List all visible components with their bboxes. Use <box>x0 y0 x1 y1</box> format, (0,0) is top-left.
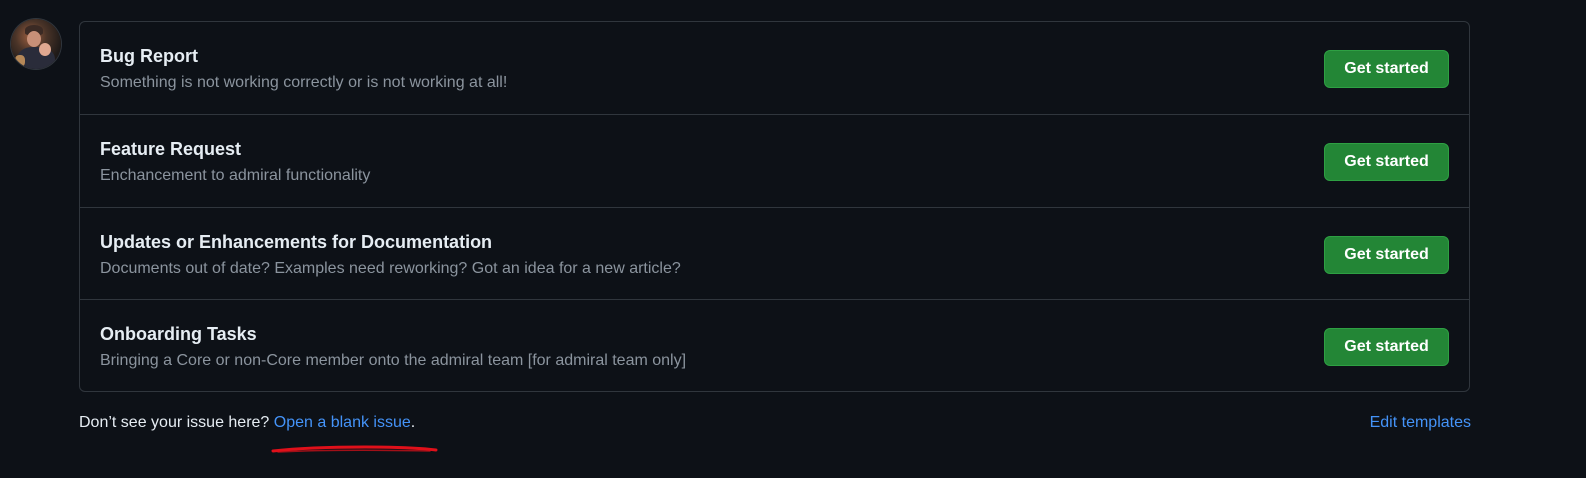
template-row-feature-request: Feature Request Enchancement to admiral … <box>80 114 1469 206</box>
template-description: Documents out of date? Examples need rew… <box>100 260 681 277</box>
template-title: Updates or Enhancements for Documentatio… <box>100 232 493 252</box>
avatar[interactable] <box>11 19 61 69</box>
template-row-onboarding: Onboarding Tasks Bringing a Core or non-… <box>80 299 1469 391</box>
get-started-button[interactable]: Get started <box>1324 236 1449 274</box>
avatar-face-shape <box>27 31 41 47</box>
template-row-documentation: Updates or Enhancements for Documentatio… <box>80 207 1469 299</box>
template-row-bug-report: Bug Report Something is not working corr… <box>80 22 1469 114</box>
template-title: Onboarding Tasks <box>100 324 257 344</box>
template-description: Enchancement to admiral functionality <box>100 167 371 184</box>
get-started-button[interactable]: Get started <box>1324 143 1449 181</box>
avatar-light-shape <box>15 55 25 67</box>
get-started-button[interactable]: Get started <box>1324 50 1449 88</box>
template-description: Something is not working correctly or is… <box>100 74 508 91</box>
issue-template-list: Bug Report Something is not working corr… <box>79 21 1470 392</box>
edit-templates-link[interactable]: Edit templates <box>1370 414 1471 432</box>
footer-period: . <box>410 414 416 431</box>
get-started-button[interactable]: Get started <box>1324 328 1449 366</box>
red-underline-annotation <box>271 445 438 453</box>
footer-prompt-text: Don’t see your issue here? <box>79 414 270 431</box>
template-description: Bringing a Core or non-Core member onto … <box>100 352 687 369</box>
template-title: Bug Report <box>100 46 198 66</box>
avatar-child-face-shape <box>39 43 51 56</box>
footer-prompt: Don’t see your issue here? Open a blank … <box>79 414 415 432</box>
open-blank-issue-link[interactable]: Open a blank issue <box>274 414 411 431</box>
template-title: Feature Request <box>100 139 242 159</box>
